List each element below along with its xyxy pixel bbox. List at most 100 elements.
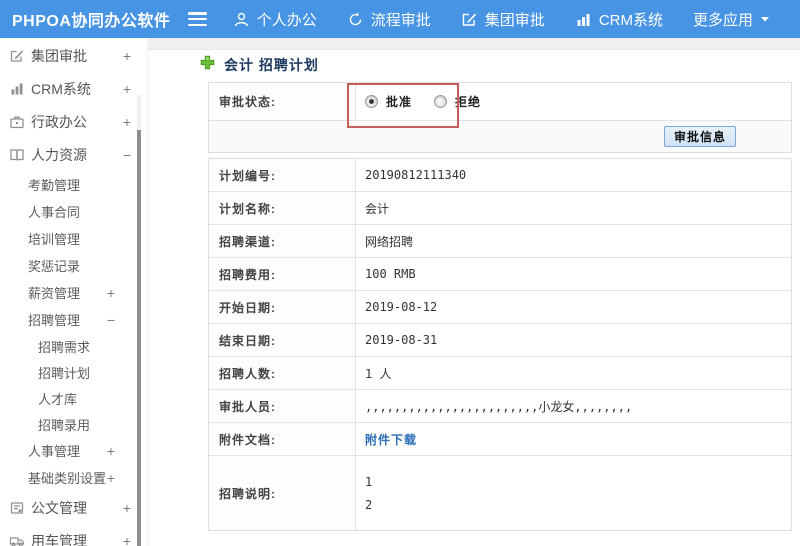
approval-status-table: 审批状态: 批准 拒绝 审批信息	[208, 82, 792, 153]
radio-label: 批准	[386, 95, 413, 109]
field-row-end-date: 结束日期: 2019-08-31	[209, 324, 791, 357]
sidebar-item-group-approval[interactable]: 集团审批 +	[0, 39, 147, 72]
nav-workflow-approval[interactable]: 流程审批	[347, 9, 431, 30]
field-row-description: 招聘说明: 1 2	[209, 456, 791, 530]
field-value: 会计	[365, 201, 390, 216]
field-label: 结束日期:	[209, 324, 356, 356]
sidebar-item-label: 人事管理	[28, 444, 81, 459]
sidebar-item-base-category[interactable]: 基础类别设置 +	[0, 464, 147, 491]
sidebar-item-salary[interactable]: 薪资管理 +	[0, 279, 147, 306]
radio-option-reject[interactable]: 拒绝	[434, 93, 481, 110]
document-icon	[8, 499, 25, 516]
nav-label: CRM系统	[598, 11, 663, 29]
field-row-headcount: 招聘人数: 1 人	[209, 357, 791, 390]
expand-toggle[interactable]: +	[123, 81, 131, 97]
sidebar-item-personnel-mgmt[interactable]: 人事管理 +	[0, 437, 147, 464]
field-value: 2019-08-12	[365, 300, 438, 314]
sidebar-item-label: 用车管理	[31, 532, 87, 546]
collapse-toggle[interactable]: −	[123, 147, 131, 163]
sidebar-item-hr[interactable]: 人力资源 −	[0, 138, 147, 171]
sidebar-item-talent-pool[interactable]: 人才库	[0, 385, 147, 411]
description-line: 1	[365, 474, 373, 489]
field-label: 招聘费用:	[209, 258, 356, 290]
sidebar-item-label: 人才库	[38, 391, 78, 407]
sidebar-item-label: 招聘需求	[38, 339, 91, 355]
expand-toggle[interactable]: +	[123, 114, 131, 130]
sidebar-item-label: 招聘计划	[38, 365, 91, 381]
nav-more-apps[interactable]: 更多应用	[693, 9, 770, 30]
expand-toggle[interactable]: +	[123, 500, 131, 516]
field-row-recruit-channel: 招聘渠道: 网络招聘	[209, 225, 791, 258]
radio-selected-icon[interactable]	[365, 95, 378, 108]
approval-info-button[interactable]: 审批信息	[663, 126, 736, 147]
field-value: ,,,,,,,,,,,,,,,,,,,,,,,,小龙女,,,,,,,,	[365, 399, 633, 414]
sidebar: 集团审批 + CRM系统 + 行政办公 + 人力资源 − 考勤管理 人事合同 培…	[0, 38, 148, 546]
nav-label: 集团审批	[484, 11, 545, 29]
collapse-toggle[interactable]: −	[107, 312, 115, 328]
sidebar-item-label: 基础类别设置	[28, 471, 107, 486]
sidebar-item-crm[interactable]: CRM系统 +	[0, 72, 147, 105]
edit-icon	[8, 47, 25, 64]
plan-detail-table: 计划编号: 20190812111340 计划名称: 会计 招聘渠道: 网络招聘…	[208, 158, 792, 531]
sidebar-item-label: CRM系统	[31, 80, 91, 97]
sidebar-item-document-mgmt[interactable]: 公文管理 +	[0, 491, 147, 524]
approval-radio-group: 批准 拒绝	[365, 93, 481, 110]
sidebar-item-label: 集团审批	[31, 47, 87, 64]
approval-status-value: 批准 拒绝	[356, 83, 791, 120]
nav-personal-office[interactable]: 个人办公	[233, 9, 317, 30]
field-value: 2019-08-31	[365, 333, 438, 347]
sidebar-item-recruit-plan[interactable]: 招聘计划	[0, 359, 147, 385]
person-icon	[233, 11, 250, 28]
expand-toggle[interactable]: +	[123, 533, 131, 546]
field-value: 网络招聘	[365, 234, 414, 249]
expand-toggle[interactable]: +	[107, 285, 115, 301]
briefcase-icon	[8, 113, 25, 130]
sidebar-item-hr-contract[interactable]: 人事合同	[0, 198, 147, 225]
nav-group-approval[interactable]: 集团审批	[461, 9, 545, 30]
field-row-approvers: 审批人员: ,,,,,,,,,,,,,,,,,,,,,,,,小龙女,,,,,,,…	[209, 390, 791, 423]
sidebar-item-recruit-hire[interactable]: 招聘录用	[0, 411, 147, 437]
field-label: 计划编号:	[209, 159, 356, 191]
sidebar-item-recruit-demand[interactable]: 招聘需求	[0, 333, 147, 359]
nav-crm-system[interactable]: CRM系统	[575, 9, 663, 30]
sidebar-item-label: 人力资源	[31, 146, 87, 163]
content-top-strip	[148, 38, 800, 50]
nav-label: 流程审批	[370, 11, 431, 29]
sidebar-item-attendance[interactable]: 考勤管理	[0, 171, 147, 198]
nav-label: 个人办公	[256, 11, 317, 29]
page-title-text: 会计 招聘计划	[224, 57, 319, 73]
topbar: PHPOA协同办公软件 个人办公 流程审批 集团审批 CRM系统 更多应用	[0, 0, 800, 38]
book-icon	[8, 146, 25, 163]
attachment-download-link[interactable]: 附件下载	[365, 431, 417, 448]
sidebar-item-label: 行政办公	[31, 113, 87, 130]
approval-status-label: 审批状态:	[209, 83, 356, 120]
radio-label: 拒绝	[455, 95, 482, 109]
radio-option-approve[interactable]: 批准	[365, 93, 412, 110]
main-content: 会计 招聘计划 审批状态: 批准 拒绝 审批信息 计划编号: 201908121…	[148, 38, 800, 546]
radio-unselected-icon[interactable]	[434, 95, 448, 108]
field-label: 招聘渠道:	[209, 225, 356, 257]
expand-toggle[interactable]: +	[107, 470, 115, 486]
process-refresh-icon	[347, 11, 364, 28]
field-label: 审批人员:	[209, 390, 356, 422]
field-row-plan-number: 计划编号: 20190812111340	[209, 159, 791, 192]
sidebar-item-admin-office[interactable]: 行政办公 +	[0, 105, 147, 138]
field-row-recruit-cost: 招聘费用: 100 RMB	[209, 258, 791, 291]
bar-chart-icon	[575, 11, 592, 28]
sidebar-item-vehicle-mgmt[interactable]: 用车管理 +	[0, 524, 147, 546]
sidebar-item-label: 薪资管理	[28, 286, 81, 301]
caret-down-icon	[760, 15, 770, 23]
sidebar-item-training[interactable]: 培训管理	[0, 225, 147, 252]
sidebar-scrollbar-thumb[interactable]	[137, 130, 141, 546]
sidebar-item-label: 人事合同	[28, 205, 81, 220]
field-label: 招聘人数:	[209, 357, 356, 389]
page-title: 会计 招聘计划	[200, 55, 319, 75]
hamburger-menu-icon[interactable]	[188, 12, 207, 26]
sidebar-item-rewards[interactable]: 奖惩记录	[0, 252, 147, 279]
expand-toggle[interactable]: +	[107, 443, 115, 459]
approval-button-row: 审批信息	[209, 121, 791, 152]
sidebar-item-recruit-mgmt[interactable]: 招聘管理 −	[0, 306, 147, 333]
expand-toggle[interactable]: +	[123, 48, 131, 64]
description-line: 2	[365, 497, 373, 512]
nav-label: 更多应用	[692, 11, 753, 29]
